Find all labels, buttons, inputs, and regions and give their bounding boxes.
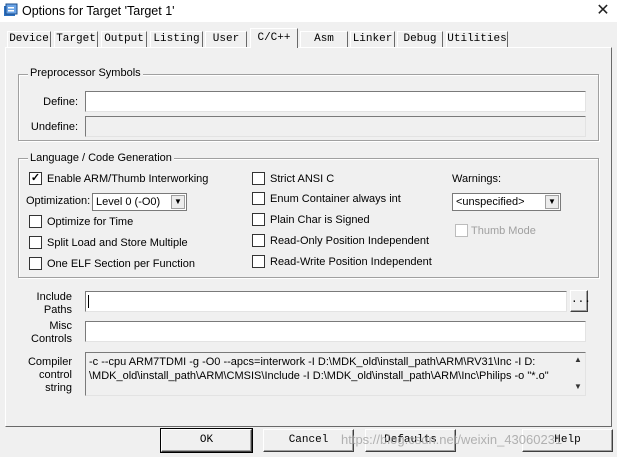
misc-controls-input[interactable] bbox=[85, 321, 586, 342]
one-elf-checkbox[interactable] bbox=[29, 257, 42, 270]
warnings-label: Warnings: bbox=[452, 173, 502, 185]
compiler-control-label-line2: control bbox=[38, 369, 72, 381]
define-value bbox=[86, 92, 585, 96]
tab-device[interactable]: Device bbox=[7, 31, 51, 47]
preprocessor-group-title: Preprocessor Symbols bbox=[28, 67, 143, 80]
tab-c-cpp[interactable]: C/C++ bbox=[250, 28, 298, 48]
tab-output[interactable]: Output bbox=[101, 31, 147, 47]
strict-ansi-label: Strict ANSI C bbox=[270, 173, 335, 185]
split-load-checkbox[interactable] bbox=[29, 236, 42, 249]
ok-button[interactable]: OK bbox=[160, 428, 253, 453]
tab-listing[interactable]: Listing bbox=[150, 31, 203, 47]
warnings-select[interactable]: <unspecified> ▼ bbox=[452, 193, 561, 211]
watermark-text: https://blog.csdn.net/weixin_43060231 bbox=[341, 432, 563, 447]
include-paths-label-line2: Paths bbox=[43, 304, 72, 316]
include-paths-label-line1: Include bbox=[36, 291, 72, 303]
compiler-control-line2: \MDK_old\install_path\ARM\CMSIS\Include … bbox=[89, 370, 549, 382]
tab-linker[interactable]: Linker bbox=[350, 31, 395, 47]
warnings-value: <unspecified> bbox=[456, 196, 525, 208]
undefine-input[interactable] bbox=[85, 116, 586, 137]
undefine-label: Undefine: bbox=[30, 121, 78, 133]
enum-int-label: Enum Container always int bbox=[270, 193, 401, 205]
ropi-label: Read-Only Position Independent bbox=[270, 235, 429, 247]
enable-interworking-label: Enable ARM/Thumb Interworking bbox=[47, 173, 209, 185]
include-paths-input[interactable] bbox=[85, 291, 567, 312]
tab-user[interactable]: User bbox=[205, 31, 247, 47]
rwpi-checkbox[interactable] bbox=[252, 255, 265, 268]
compiler-control-scrollbar[interactable]: ▲ ▼ bbox=[571, 353, 585, 395]
tab-target[interactable]: Target bbox=[54, 31, 98, 47]
optimization-label: Optimization: bbox=[26, 195, 91, 207]
chevron-down-icon: ▼ bbox=[545, 195, 559, 209]
compiler-control-string[interactable]: -c --cpu ARM7TDMI -g -O0 --apcs=interwor… bbox=[85, 352, 586, 396]
optimization-select[interactable]: Level 0 (-O0) ▼ bbox=[92, 193, 187, 211]
one-elf-label: One ELF Section per Function bbox=[47, 258, 195, 270]
compiler-control-label-line1: Compiler bbox=[27, 356, 72, 368]
thumb-mode-label: Thumb Mode bbox=[471, 225, 536, 237]
tab-asm[interactable]: Asm bbox=[300, 31, 348, 47]
text-caret bbox=[88, 295, 89, 308]
optimize-time-checkbox[interactable] bbox=[29, 215, 42, 228]
ropi-checkbox[interactable] bbox=[252, 234, 265, 247]
define-input[interactable] bbox=[85, 91, 586, 112]
split-load-label: Split Load and Store Multiple bbox=[47, 237, 188, 249]
browse-include-paths-button[interactable]: ... bbox=[570, 290, 591, 312]
misc-controls-label-line2: Controls bbox=[31, 333, 72, 345]
enable-interworking-checkbox[interactable]: ✓ bbox=[29, 172, 42, 185]
optimize-time-label: Optimize for Time bbox=[47, 216, 134, 228]
plain-char-label: Plain Char is Signed bbox=[270, 214, 370, 226]
include-paths-value bbox=[86, 292, 566, 296]
tab-debug[interactable]: Debug bbox=[397, 31, 443, 47]
rwpi-label: Read-Write Position Independent bbox=[270, 256, 432, 268]
scroll-down-icon[interactable]: ▼ bbox=[573, 382, 583, 392]
chevron-down-icon: ▼ bbox=[171, 195, 185, 209]
tab-utilities[interactable]: Utilities bbox=[446, 31, 508, 47]
optimization-value: Level 0 (-O0) bbox=[96, 196, 161, 208]
undefine-value bbox=[86, 117, 585, 121]
strict-ansi-checkbox[interactable] bbox=[252, 172, 265, 185]
window-title: Options for Target 'Target 1' bbox=[22, 4, 175, 18]
scroll-up-icon[interactable]: ▲ bbox=[573, 355, 583, 365]
language-group-title: Language / Code Generation bbox=[28, 152, 174, 165]
misc-controls-value bbox=[86, 322, 585, 326]
close-icon[interactable]: ✕ bbox=[592, 1, 614, 21]
thumb-mode-checkbox[interactable] bbox=[455, 224, 468, 237]
misc-controls-label-line1: Misc bbox=[49, 320, 72, 332]
define-label: Define: bbox=[43, 96, 78, 108]
enum-int-checkbox[interactable] bbox=[252, 192, 265, 205]
compiler-control-label-line3: string bbox=[45, 382, 72, 394]
plain-char-checkbox[interactable] bbox=[252, 213, 265, 226]
app-icon bbox=[3, 3, 19, 19]
